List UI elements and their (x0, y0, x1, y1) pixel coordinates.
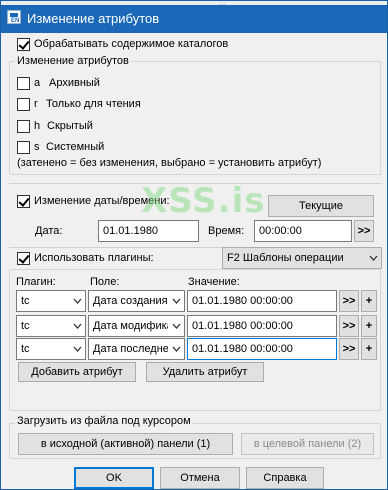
plugin-dropdown[interactable]: tc (16, 315, 86, 337)
attr-system-checkbox[interactable] (17, 141, 30, 154)
load-from-file-title: Загрузить из файла под курсором (15, 415, 193, 427)
help-button[interactable]: Справка (246, 467, 324, 489)
plugin-value: tc (21, 295, 30, 307)
remove-attribute-button[interactable]: Удалить атрибут (146, 362, 264, 382)
time-label: Время: (208, 225, 245, 237)
col-field-header: Поле: (90, 276, 120, 288)
attr-hidden-checkbox[interactable] (17, 120, 30, 133)
value-input[interactable]: 01.01.1980 00:00:00 (187, 338, 337, 360)
chevron-down-icon (168, 291, 184, 311)
ok-button[interactable]: OK (74, 467, 154, 489)
col-value-header: Значение: (188, 276, 240, 288)
time-more-button[interactable]: >> (354, 220, 374, 242)
process-dirs-checkbox[interactable] (17, 38, 30, 51)
chevron-down-icon (168, 339, 184, 359)
add-row-button[interactable]: + (361, 315, 377, 337)
chevron-down-icon (168, 316, 184, 336)
chevron-down-icon (69, 339, 85, 359)
chevron-down-icon (69, 291, 85, 311)
operation-templates-dropdown[interactable]: F2 Шаблоны операции (222, 247, 382, 269)
value-more-button[interactable]: >> (339, 315, 359, 337)
background-window-text: ... (219, 0, 226, 7)
separator (9, 183, 381, 184)
field-dropdown[interactable]: Дата последнего доступа (88, 338, 185, 360)
date-input[interactable]: 01.01.1980 (98, 220, 199, 242)
title-bar[interactable]: ... EN Изменение атрибутов (1, 0, 387, 33)
plugin-value: tc (21, 320, 30, 332)
field-dropdown[interactable]: Дата модификации (88, 315, 185, 337)
value-input[interactable]: 01.01.1980 00:00:00 (187, 290, 337, 312)
field-dropdown[interactable]: Дата создания (88, 290, 185, 312)
use-plugins-checkbox[interactable] (17, 252, 30, 265)
attr-archive-checkbox[interactable] (17, 77, 30, 90)
attributes-hint: (затенено = без изменения, выбрано = уст… (17, 157, 322, 169)
attr-archive-label: Архивный (49, 77, 100, 89)
value-more-button[interactable]: >> (339, 290, 359, 312)
operation-templates-value: F2 Шаблоны операции (227, 252, 344, 264)
window-title: Изменение атрибутов (27, 11, 160, 26)
background-window-strip: ... (1, 0, 387, 7)
value-more-button[interactable]: >> (339, 338, 359, 360)
attr-hidden-letter: h (34, 120, 41, 132)
load-target-panel-button[interactable]: в целевой панели (2) (241, 433, 374, 455)
attr-system-letter: s (34, 141, 40, 153)
attributes-group-title: Изменение атрибутов (15, 55, 131, 67)
datetime-label: Изменение даты/времени: (34, 195, 170, 207)
plugin-dropdown[interactable]: tc (16, 338, 86, 360)
attr-readonly-letter: r (34, 98, 38, 110)
field-value: Дата создания (93, 295, 168, 307)
col-plugin-header: Плагин: (16, 276, 56, 288)
add-row-button[interactable]: + (361, 290, 377, 312)
app-icon: EN (7, 10, 21, 24)
plugin-value: tc (21, 343, 30, 355)
time-input[interactable]: 00:00:00 (254, 220, 352, 242)
plugin-dropdown[interactable]: tc (16, 290, 86, 312)
use-plugins-label: Использовать плагины: (34, 252, 154, 264)
value-input[interactable]: 01.01.1980 00:00:00 (187, 315, 337, 337)
chevron-down-icon (365, 248, 381, 268)
change-attributes-dialog: ... EN Изменение атрибутов Обрабатывать … (0, 0, 388, 490)
date-label: Дата: (35, 225, 63, 237)
cancel-button[interactable]: Отмена (160, 467, 240, 489)
process-dirs-label: Обрабатывать содержимое каталогов (34, 38, 229, 50)
attr-archive-letter: a (34, 77, 41, 89)
load-source-panel-button[interactable]: в исходной (активной) панели (1) (18, 433, 233, 455)
attr-system-label: Системный (46, 141, 105, 153)
datetime-checkbox[interactable] (17, 195, 30, 208)
attr-hidden-label: Скрытый (47, 120, 93, 132)
attr-readonly-checkbox[interactable] (17, 98, 30, 111)
current-datetime-button[interactable]: Текущие (268, 195, 374, 217)
app-icon-text: EN (11, 18, 20, 24)
chevron-down-icon (69, 316, 85, 336)
attr-readonly-label: Только для чтения (46, 98, 141, 110)
add-row-button[interactable]: + (361, 338, 377, 360)
add-attribute-button[interactable]: Добавить атрибут (18, 362, 136, 382)
